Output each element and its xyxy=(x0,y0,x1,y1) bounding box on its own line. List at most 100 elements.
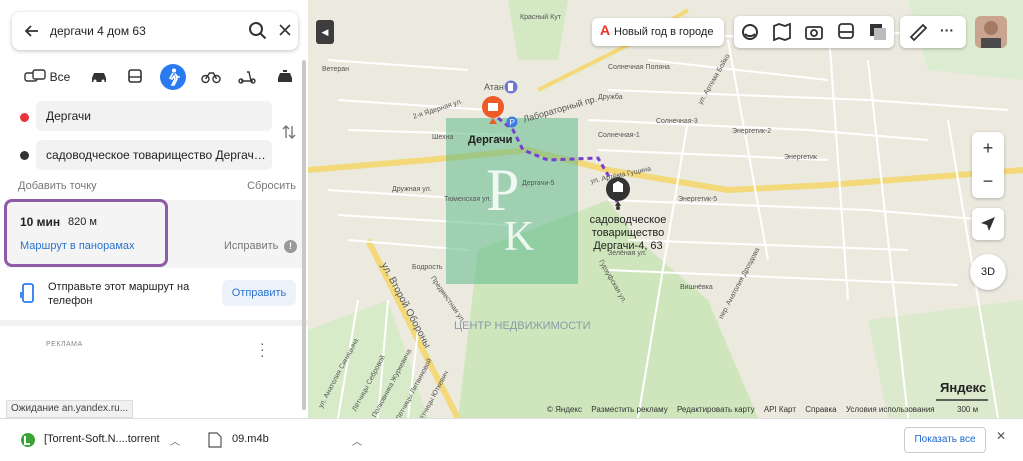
tools-toolbar: ··· xyxy=(900,16,966,48)
download-item[interactable]: [Torrent-Soft.N....torrent ︿ xyxy=(18,427,188,453)
locate-button[interactable] xyxy=(972,208,1004,240)
send-button[interactable]: Отправить xyxy=(222,280,296,306)
label-tyumenskaya: Тюменская ул. xyxy=(444,196,492,203)
mode-walk[interactable] xyxy=(160,64,186,90)
label-solnechnaya-polyana: Солнечная Поляна xyxy=(608,64,670,71)
search-box[interactable]: дергачи 4 дом 63 xyxy=(12,12,298,50)
user-photo-icon xyxy=(975,16,1007,48)
file-icon xyxy=(208,432,222,448)
taxi-icon xyxy=(278,70,292,82)
send-text: Отправьте этот маршрут на телефон xyxy=(48,281,190,307)
place-dergachi: Дергачи xyxy=(468,134,513,146)
scooter-icon xyxy=(238,71,256,84)
terms-link[interactable]: Условия использования xyxy=(846,405,935,414)
svg-text:K: K xyxy=(504,214,534,260)
scale-label: 300 м xyxy=(957,405,979,414)
destination-label: садоводческое товарищество Дергачи-4, 63 xyxy=(589,214,667,252)
show-all-button[interactable]: Показать все xyxy=(904,427,986,453)
more-vertical-icon[interactable]: · · · xyxy=(260,336,265,362)
label-vishnevka: Вишнёвка xyxy=(680,284,713,291)
copyright: © Яндекс xyxy=(547,405,583,414)
layers-toolbar xyxy=(734,16,894,48)
close-icon[interactable] xyxy=(277,22,293,38)
mode-all-label: Все xyxy=(49,70,71,84)
mode-bus[interactable] xyxy=(122,64,148,90)
3d-button[interactable]: 3D xyxy=(970,254,1006,290)
newyear-label: Новый год в городе xyxy=(614,26,714,38)
label-shekhna: Шехна xyxy=(432,134,454,141)
zoom-in-button[interactable]: + xyxy=(972,132,1004,165)
route-panel: дергачи 4 дом 63 Все Дергачи садоводческ… xyxy=(0,0,308,418)
label-solnechnaya1: Солнечная-1 xyxy=(598,132,640,139)
parking-icon[interactable]: P xyxy=(506,116,518,128)
api-link[interactable]: API Карт xyxy=(764,405,796,414)
avatar[interactable] xyxy=(975,16,1007,48)
swap-icon[interactable] xyxy=(282,124,296,140)
divider xyxy=(0,320,308,326)
newyear-banner[interactable]: А Новый год в городе xyxy=(592,18,724,46)
mode-bike[interactable] xyxy=(198,64,224,90)
close-icon[interactable]: ✕ xyxy=(996,429,1006,443)
panel-scrollbar[interactable] xyxy=(302,60,306,410)
label-veteran: Ветеран xyxy=(322,66,350,73)
label-energetik: Энергетик xyxy=(784,154,817,161)
map-footer: © Яндекс Разместить рекламу Редактироват… xyxy=(547,405,942,414)
label-druzhnaya: Дружная ул. xyxy=(392,186,432,193)
from-field[interactable]: Дергачи xyxy=(36,101,272,131)
chevron-up-icon[interactable]: ︿ xyxy=(352,433,362,448)
highlight-frame xyxy=(4,199,168,267)
svg-text:P: P xyxy=(510,118,515,127)
label-dergachi5: Дергачи-5 xyxy=(522,180,555,187)
location-arrow-icon xyxy=(981,217,995,231)
bus-icon xyxy=(128,69,142,83)
status-text: Ожидание an.yandex.ru... xyxy=(6,400,134,418)
torrent-icon xyxy=(21,433,35,447)
ruler-icon[interactable] xyxy=(908,22,928,42)
end-dot xyxy=(20,151,29,160)
poi-pin-icon[interactable] xyxy=(480,95,506,125)
more-icon[interactable]: ··· xyxy=(940,22,954,38)
download-item[interactable]: 09.m4b ︿ xyxy=(206,427,376,453)
pedestrian-icon xyxy=(168,68,180,86)
zoom-control: + − xyxy=(972,132,1004,198)
label-krasny-kut: Красный Кут xyxy=(520,14,561,21)
transit-icon[interactable] xyxy=(836,22,856,42)
map-canvas[interactable]: P K P Дергачи Атан садоводческое товарищ… xyxy=(308,0,1023,418)
edit-map-link[interactable]: Редактировать карту xyxy=(677,405,755,414)
car-icon xyxy=(92,73,106,83)
start-dot xyxy=(20,113,29,122)
reset-button[interactable]: Сбросить xyxy=(247,180,296,192)
search-icon[interactable] xyxy=(248,21,268,41)
mode-scooter[interactable] xyxy=(234,64,260,90)
mode-all[interactable]: Все xyxy=(18,64,76,90)
label-energetik2: Энергетик-2 xyxy=(732,128,772,135)
back-arrow-icon[interactable] xyxy=(22,21,42,41)
send-to-phone: Отправьте этот маршрут на телефон Отправ… xyxy=(14,278,304,312)
collapse-panel-button[interactable]: ◀ xyxy=(316,20,334,44)
yandex-a-icon: А xyxy=(600,22,611,38)
ad-link[interactable]: Разместить рекламу xyxy=(591,405,667,414)
info-icon[interactable]: ! xyxy=(284,240,297,253)
phone-icon xyxy=(20,283,34,303)
ad-label: РЕКЛАМА xyxy=(46,341,83,348)
chevron-up-icon[interactable]: ︿ xyxy=(170,433,180,448)
zoom-out-button[interactable]: − xyxy=(972,165,1004,198)
atan-label: Атан xyxy=(484,82,504,92)
layers-icon[interactable] xyxy=(740,22,760,42)
fix-route-link[interactable]: Исправить xyxy=(224,240,278,252)
map-book-icon[interactable] xyxy=(772,22,792,42)
to-field[interactable]: садоводческое товарищество Дергачи-4, 63 xyxy=(36,140,272,170)
camera-icon[interactable] xyxy=(804,22,824,42)
label-bodrost: Бодрость xyxy=(412,264,443,271)
add-point-button[interactable]: Добавить точку xyxy=(18,180,97,192)
mode-taxi[interactable] xyxy=(272,64,298,90)
mode-car[interactable] xyxy=(86,64,112,90)
search-input[interactable]: дергачи 4 дом 63 xyxy=(50,12,146,50)
panorama-icon[interactable] xyxy=(868,22,888,42)
transport-modes: Все xyxy=(12,62,302,92)
car-bus-icon xyxy=(23,69,46,82)
help-link[interactable]: Справка xyxy=(805,405,836,414)
download-filename: [Torrent-Soft.N....torrent xyxy=(44,433,160,445)
fuel-icon[interactable] xyxy=(504,80,518,94)
watermark-text: ЦЕНТР НЕДВИЖИМОСТИ xyxy=(454,320,591,332)
